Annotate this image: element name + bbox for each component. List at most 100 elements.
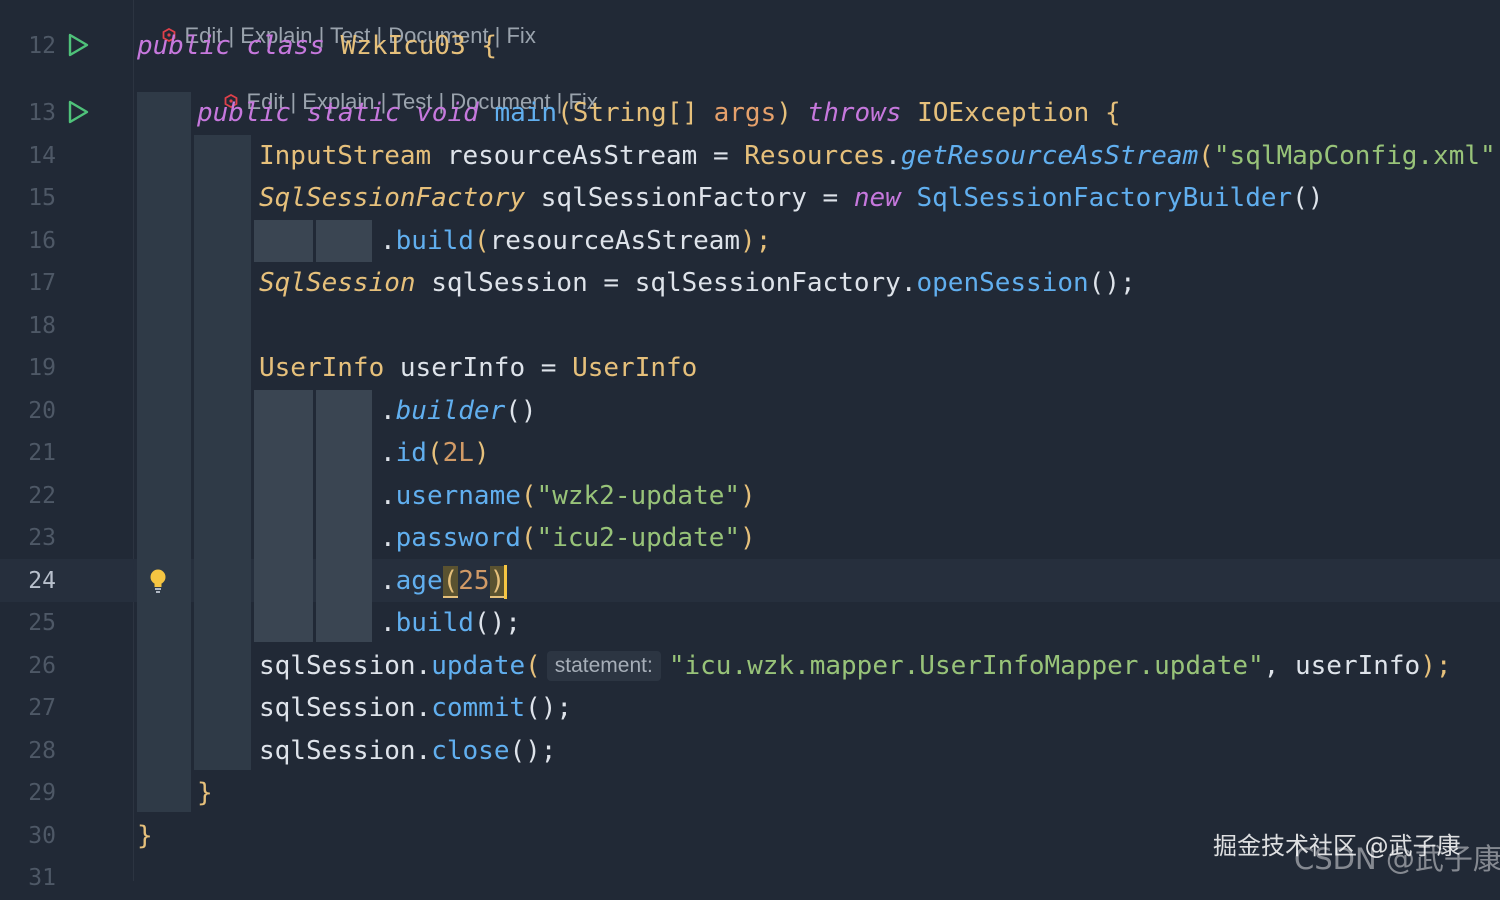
line-number: 25 xyxy=(28,610,56,636)
indent-guide xyxy=(194,135,251,770)
method-call: password xyxy=(395,523,521,553)
dot: . xyxy=(380,523,396,553)
code-line-26[interactable]: sqlSession.update(statement: "icu.wzk.map… xyxy=(259,645,1452,688)
variable: resourceAsStream xyxy=(446,141,698,171)
operator: = xyxy=(822,183,839,213)
code-line-29[interactable]: } xyxy=(197,772,213,815)
dot: . xyxy=(415,651,432,681)
method-call: getResourceAsStream xyxy=(900,141,1199,171)
paren: ( xyxy=(1198,141,1214,171)
paren-match: ( xyxy=(442,566,459,598)
gutter-divider xyxy=(133,0,134,881)
method-call: id xyxy=(395,438,427,468)
dot: . xyxy=(380,481,396,511)
code-line-19[interactable]: UserInfo userInfo = UserInfo xyxy=(259,347,697,390)
object: sqlSession xyxy=(259,693,416,723)
indent-guide xyxy=(316,390,372,642)
code-line-30[interactable]: } xyxy=(137,815,153,858)
paren: ) xyxy=(776,98,792,128)
type: IOException xyxy=(917,98,1090,128)
method-name: main xyxy=(494,98,558,128)
keyword: public xyxy=(137,31,231,61)
paren: ( xyxy=(525,651,541,681)
code-line-25[interactable]: .build(); xyxy=(380,602,521,645)
line-number: 19 xyxy=(28,355,56,381)
string: "sqlMapConfig.xml" xyxy=(1213,141,1496,171)
line-number: 17 xyxy=(28,270,56,296)
line-number-active: 24 xyxy=(28,568,56,594)
method-call: build xyxy=(395,608,474,638)
dot: . xyxy=(415,736,432,766)
argument: userInfo xyxy=(1294,651,1421,681)
class-name: WzkIcu03 xyxy=(340,31,466,61)
line-number: 31 xyxy=(28,865,56,891)
code-line-15[interactable]: SqlSessionFactory sqlSessionFactory = ne… xyxy=(259,177,1323,220)
brace: } xyxy=(137,821,153,851)
string: "icu2-update" xyxy=(536,523,741,553)
code-line-22[interactable]: .username("wzk2-update") xyxy=(380,475,756,518)
object: sqlSessionFactory xyxy=(634,268,901,298)
line-number: 23 xyxy=(28,525,56,551)
run-triangle-icon[interactable] xyxy=(65,99,91,125)
operator: = xyxy=(540,353,557,383)
lightbulb-icon[interactable] xyxy=(148,568,168,594)
type: String[] xyxy=(572,98,698,128)
code-line-23[interactable]: .password("icu2-update") xyxy=(380,517,756,560)
string: "icu.wzk.mapper.UserInfoMapper.update" xyxy=(668,651,1264,681)
keyword: new xyxy=(853,183,901,213)
line-number: 22 xyxy=(28,483,56,509)
keyword: class xyxy=(246,31,325,61)
constructor: SqlSessionFactoryBuilder xyxy=(916,183,1293,213)
string: "wzk2-update" xyxy=(536,481,741,511)
code-line-24[interactable]: .age(25) xyxy=(380,560,508,603)
keyword: throws xyxy=(807,98,902,128)
dot: . xyxy=(415,693,432,723)
paren: ( xyxy=(520,523,537,553)
line-number: 28 xyxy=(28,738,56,764)
code-line-27[interactable]: sqlSession.commit(); xyxy=(259,687,572,730)
type: SqlSessionFactory xyxy=(259,183,526,213)
watermark-csdn: CSDN @武子康 xyxy=(1294,842,1500,876)
indent-guide xyxy=(254,390,313,642)
paren: ( xyxy=(557,98,573,128)
code-line-16[interactable]: .build(resourceAsStream); xyxy=(380,220,771,263)
method-call: update xyxy=(431,651,526,681)
variable: sqlSessionFactory xyxy=(540,183,807,213)
brace: { xyxy=(1104,98,1121,128)
text-cursor xyxy=(504,564,508,599)
code-editor[interactable]: 12 13 14 15 16 17 18 19 20 21 22 23 24 2… xyxy=(0,0,1500,891)
code-line-14[interactable]: InputStream resourceAsStream = Resources… xyxy=(259,135,1500,178)
line-number: 12 xyxy=(28,33,56,59)
paren: ) xyxy=(740,523,756,553)
type: InputStream xyxy=(259,141,432,171)
number-literal: 25 xyxy=(458,566,490,596)
paren: (); xyxy=(525,693,573,723)
number-literal: 2L xyxy=(442,438,474,468)
code-line-28[interactable]: sqlSession.close(); xyxy=(259,730,556,773)
keyword: static xyxy=(306,98,401,128)
code-line-12[interactable]: public class WzkIcu03 { xyxy=(137,25,497,68)
indent-guide xyxy=(316,220,372,262)
paren: (); xyxy=(1088,268,1136,298)
code-line-20[interactable]: .builder() xyxy=(380,390,537,433)
line-number: 14 xyxy=(28,143,56,169)
argument: resourceAsStream xyxy=(489,226,741,256)
code-line-17[interactable]: SqlSession sqlSession = sqlSessionFactor… xyxy=(259,262,1136,305)
brace: { xyxy=(481,31,498,61)
code-line-21[interactable]: .id(2L) xyxy=(380,432,490,475)
parameter-hint: statement: xyxy=(546,651,661,681)
code-line-13[interactable]: public static void main(String[] args) t… xyxy=(197,92,1121,135)
line-number: 26 xyxy=(28,653,56,679)
line-number: 27 xyxy=(28,695,56,721)
indent-guide xyxy=(254,220,313,262)
run-triangle-icon[interactable] xyxy=(65,32,91,58)
brace: } xyxy=(197,778,213,808)
line-number: 20 xyxy=(28,398,56,424)
class-ref: UserInfo xyxy=(572,353,698,383)
paren: (); xyxy=(509,736,557,766)
line-number: 18 xyxy=(28,313,56,339)
object: sqlSession xyxy=(259,651,416,681)
indent-guide xyxy=(137,92,191,812)
method-call: close xyxy=(431,736,510,766)
object: sqlSession xyxy=(259,736,416,766)
